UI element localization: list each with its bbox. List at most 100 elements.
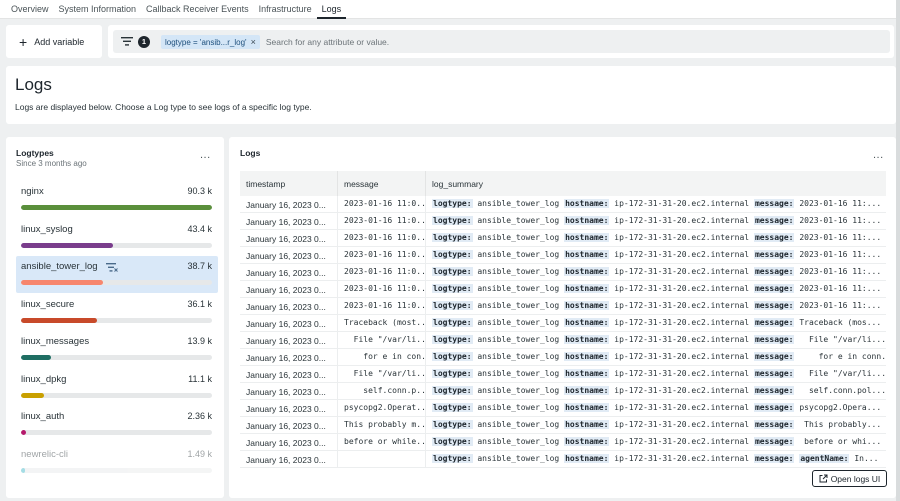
summary-message: Traceback (mos... bbox=[799, 318, 882, 327]
table-row[interactable]: January 16, 2023 0... self.conn.p... logt… bbox=[240, 383, 886, 400]
tab-logs[interactable]: Logs bbox=[316, 0, 347, 19]
logtype-bar bbox=[21, 392, 212, 398]
logtype-item-newrelic-cli[interactable]: newrelic-cli 1.49 k bbox=[16, 444, 218, 481]
logtype-bar-fill bbox=[21, 242, 113, 248]
table-row[interactable]: January 16, 2023 0... 2023-01-16 11:0... l… bbox=[240, 298, 886, 315]
summary-message: 2023-01-16 11:... bbox=[799, 199, 882, 208]
logtype-item-linux_messages[interactable]: linux_messages 13.9 k bbox=[16, 331, 218, 368]
summary-key-hostname: hostname: bbox=[564, 250, 610, 259]
summary-logtype: ansible_tower_log bbox=[477, 420, 560, 429]
logtype-item-linux_dpkg[interactable]: linux_dpkg 11.1 k bbox=[16, 369, 218, 406]
summary-key-message: message: bbox=[753, 454, 795, 463]
message-text: for e in con... bbox=[363, 352, 426, 361]
summary-logtype: ansible_tower_log bbox=[477, 284, 560, 293]
cell-log-summary: logtype: ansible_tower_log hostname: ip-… bbox=[426, 213, 886, 229]
summary-key-hostname: hostname: bbox=[564, 233, 610, 242]
summary-hostname: ip-172-31-31-20.ec2.internal bbox=[614, 420, 750, 429]
summary-key-message: message: bbox=[753, 301, 795, 310]
logtype-bar-fill bbox=[21, 205, 212, 210]
table-row[interactable]: January 16, 2023 0... File "/var/li... lo… bbox=[240, 332, 886, 349]
cell-timestamp: January 16, 2023 0... bbox=[240, 213, 338, 229]
logtype-bar-fill bbox=[21, 355, 51, 360]
summary-message: 2023-01-16 11:... bbox=[799, 250, 882, 259]
logtype-bar bbox=[21, 467, 212, 473]
column-header-log-summary[interactable]: log_summary bbox=[426, 171, 886, 196]
logtype-item-ansible_tower_log[interactable]: ansible_tower_log 38.7 k bbox=[16, 256, 218, 293]
add-variable-button[interactable]: + Add variable bbox=[6, 25, 102, 58]
cell-log-summary: logtype: ansible_tower_log hostname: ip-… bbox=[426, 451, 886, 467]
summary-key-hostname: hostname: bbox=[564, 454, 610, 463]
logtype-bar bbox=[21, 242, 212, 248]
logtype-item-nginx[interactable]: nginx 90.3 k bbox=[16, 181, 218, 218]
filter-count-badge: 1 bbox=[138, 35, 150, 48]
logtype-name: linux_messages bbox=[21, 336, 90, 347]
more-options-icon[interactable]: ... bbox=[873, 150, 884, 161]
cell-timestamp: January 16, 2023 0... bbox=[240, 298, 338, 314]
logtype-count: 11.1 k bbox=[188, 373, 212, 384]
cell-timestamp: January 16, 2023 0... bbox=[240, 366, 338, 382]
more-options-icon[interactable]: ... bbox=[200, 150, 211, 161]
scrollbar[interactable] bbox=[896, 0, 900, 501]
cell-log-summary: logtype: ansible_tower_log hostname: ip-… bbox=[426, 247, 886, 263]
summary-key-message: message: bbox=[753, 386, 795, 395]
table-row[interactable]: January 16, 2023 0... 2023-01-16 11:0... l… bbox=[240, 247, 886, 264]
summary-message: self.conn.pol... bbox=[799, 386, 886, 395]
table-row[interactable]: January 16, 2023 0... 2023-01-16 11:0... l… bbox=[240, 264, 886, 281]
table-row[interactable]: January 16, 2023 0... File "/var/li... lo… bbox=[240, 366, 886, 383]
table-row[interactable]: January 16, 2023 0... for e in con...log… bbox=[240, 349, 886, 366]
tab-overview[interactable]: Overview bbox=[6, 0, 54, 19]
table-row[interactable]: January 16, 2023 0... 2023-01-16 11:0... l… bbox=[240, 281, 886, 298]
table-row[interactable]: January 16, 2023 0... logtype: ansible_to… bbox=[240, 451, 886, 468]
column-header-timestamp[interactable]: timestamp bbox=[240, 171, 338, 196]
summary-key-logtype: logtype: bbox=[432, 318, 473, 327]
tab-infrastructure[interactable]: Infrastructure bbox=[254, 0, 317, 19]
logtype-item-linux_auth[interactable]: linux_auth 2.36 k bbox=[16, 406, 218, 443]
logtype-bar-fill bbox=[21, 317, 98, 323]
filter-icon[interactable] bbox=[106, 263, 118, 272]
tab-callback-receiver-events[interactable]: Callback Receiver Events bbox=[141, 0, 254, 19]
summary-key-logtype: logtype: bbox=[432, 454, 473, 463]
column-header-message[interactable]: message bbox=[338, 171, 426, 196]
summary-hostname: ip-172-31-31-20.ec2.internal bbox=[614, 250, 750, 259]
filter-bar: 1 logtype = 'ansib...r_log' × Search for … bbox=[108, 25, 894, 58]
table-row[interactable]: January 16, 2023 0... 2023-01-16 11:0... l… bbox=[240, 196, 886, 213]
summary-hostname: ip-172-31-31-20.ec2.internal bbox=[614, 335, 750, 344]
table-row[interactable]: January 16, 2023 0... 2023-01-16 11:0... l… bbox=[240, 213, 886, 230]
summary-logtype: ansible_tower_log bbox=[477, 437, 560, 446]
logs-panel: Logs ... timestamp message log_summary J… bbox=[229, 137, 896, 498]
logtype-bar-fill bbox=[21, 430, 26, 435]
close-icon[interactable]: × bbox=[251, 37, 256, 47]
table-row[interactable]: January 16, 2023 0... 2023-01-16 11:0... l… bbox=[240, 230, 886, 247]
message-text: 2023-01-16 11:0... bbox=[344, 233, 426, 242]
summary-hostname: ip-172-31-31-20.ec2.internal bbox=[614, 386, 750, 395]
cell-timestamp: January 16, 2023 0... bbox=[240, 315, 338, 331]
summary-key-hostname: hostname: bbox=[564, 284, 610, 293]
summary-key-message: message: bbox=[753, 369, 795, 378]
logtype-name: nginx bbox=[21, 186, 44, 197]
table-row[interactable]: January 16, 2023 0... Traceback (most... l… bbox=[240, 315, 886, 332]
tab-system-information[interactable]: System Information bbox=[54, 0, 142, 19]
table-row[interactable]: January 16, 2023 0... before or while... l… bbox=[240, 434, 886, 451]
filter-chip[interactable]: logtype = 'ansib...r_log' × bbox=[161, 34, 260, 49]
summary-key-message: message: bbox=[753, 199, 795, 208]
summary-hostname: ip-172-31-31-20.ec2.internal bbox=[614, 403, 750, 412]
logs-title: Logs bbox=[240, 148, 261, 158]
open-logs-ui-button[interactable]: Open logs UI bbox=[812, 470, 887, 487]
logtypes-panel: Logtypes Since 3 months ago ... nginx 90.… bbox=[6, 137, 224, 498]
search-input[interactable]: Search for any attribute or value. bbox=[266, 37, 389, 47]
cell-timestamp: January 16, 2023 0... bbox=[240, 451, 338, 467]
table-row[interactable]: January 16, 2023 0... This probably m... l… bbox=[240, 417, 886, 434]
summary-hostname: ip-172-31-31-20.ec2.internal bbox=[614, 454, 750, 463]
summary-message: before or whi... bbox=[799, 437, 882, 446]
filter-input-area[interactable]: 1 logtype = 'ansib...r_log' × Search for … bbox=[113, 30, 890, 53]
filter-chip-label: logtype = 'ansib...r_log' bbox=[165, 37, 247, 47]
summary-key-hostname: hostname: bbox=[564, 318, 610, 327]
summary-key-message: message: bbox=[753, 233, 795, 242]
cell-timestamp: January 16, 2023 0... bbox=[240, 400, 338, 416]
logtype-item-linux_secure[interactable]: linux_secure 36.1 k bbox=[16, 294, 218, 331]
cell-message bbox=[338, 451, 426, 467]
table-row[interactable]: January 16, 2023 0... psycopg2.Operat... l… bbox=[240, 400, 886, 417]
filter-icon[interactable] bbox=[121, 37, 133, 46]
logtype-item-linux_syslog[interactable]: linux_syslog 43.4 k bbox=[16, 219, 218, 256]
logtype-name: linux_syslog bbox=[21, 223, 73, 235]
